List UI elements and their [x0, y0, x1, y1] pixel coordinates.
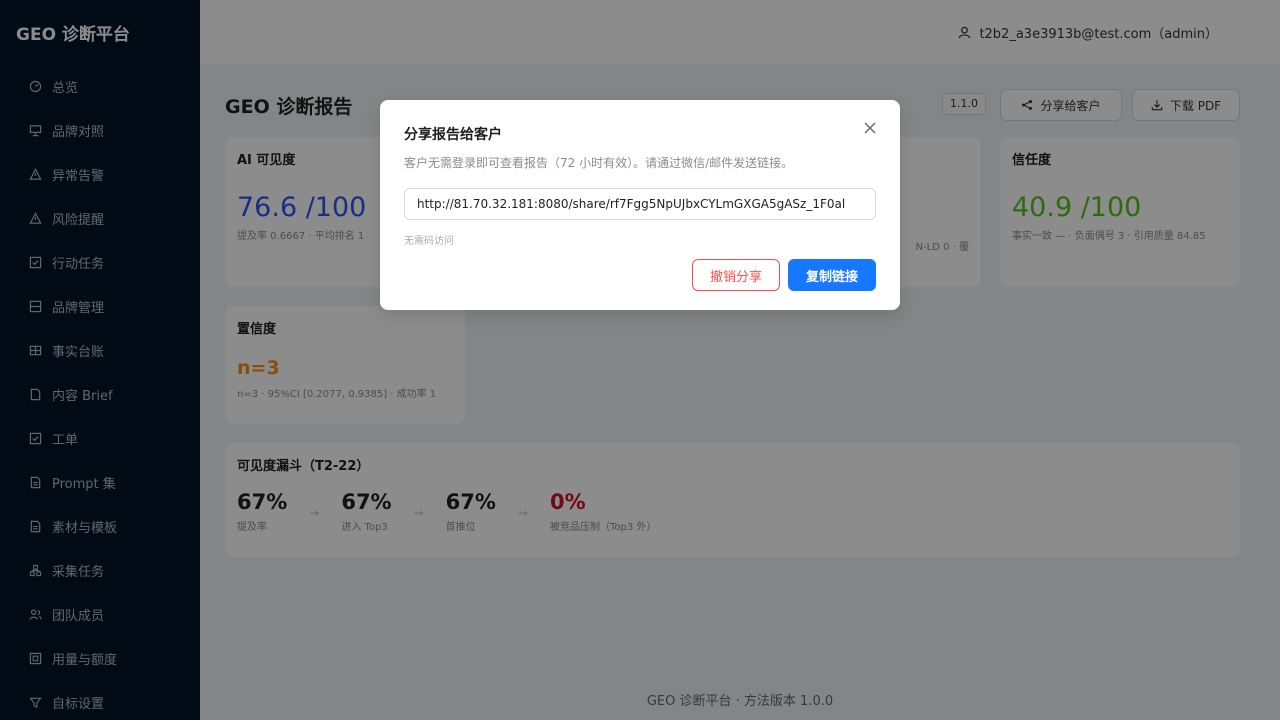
modal-description: 客户无需登录即可查看报告（72 小时有效）。请通过微信/邮件发送链接。 [404, 156, 794, 170]
share-link-input[interactable] [404, 188, 876, 220]
modal-title: 分享报告给客户 [404, 127, 502, 143]
modal-hint: 无需码访问 [404, 236, 454, 247]
share-report-modal: 分享报告给客户 客户无需登录即可查看报告（72 小时有效）。请通过微信/邮件发送… [380, 100, 900, 310]
close-icon[interactable] [860, 118, 880, 138]
copy-link-button[interactable]: 复制链接 [788, 259, 876, 291]
revoke-share-button[interactable]: 撤销分享 [692, 259, 780, 291]
